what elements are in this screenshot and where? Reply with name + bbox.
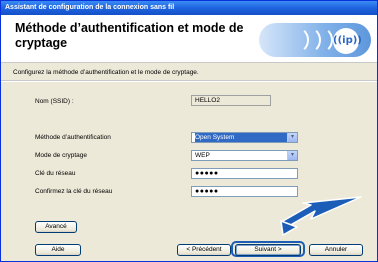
auth-method-select[interactable]: Open System ▾ [191,132,298,143]
page-title: Méthode d’authentification et mode de cr… [15,21,244,50]
window-title: Assistant de configuration de la connexi… [5,4,175,11]
back-button[interactable]: < Précédent [177,244,231,256]
advanced-button[interactable]: Avancé [35,221,77,233]
wizard-header: Méthode d’authentification et mode de cr… [1,15,377,63]
chevron-down-icon[interactable]: ▾ [287,151,297,160]
confirm-key-label: Confirmez la clé du réseau [35,188,113,195]
encryption-mode-select[interactable]: WEP ▾ [191,150,298,161]
instruction-text: Configurez la méthode d’authentification… [13,69,199,76]
auth-method-value: Open System [195,133,289,142]
network-key-label: Clé du réseau [35,170,76,177]
wizard-window: Assistant de configuration de la connexi… [0,0,378,262]
help-button[interactable]: Aide [35,244,81,256]
encryption-mode-value: WEP [195,152,210,159]
wireless-ip-logo: ((ip)) [333,28,362,54]
wave-arc-icon [305,26,333,54]
network-key-input[interactable]: ●●●●● [191,168,298,179]
next-button[interactable]: Suivant > [235,244,301,256]
auth-method-label: Méthode d’authentification [35,134,111,141]
divider [1,80,377,82]
chevron-down-icon[interactable]: ▾ [287,133,297,142]
arrow-pointer-icon [280,196,362,236]
cancel-button[interactable]: Annuler [309,244,363,256]
encryption-mode-label: Mode de cryptage [35,152,88,159]
ssid-label: Nom (SSID) : [35,98,74,105]
wireless-logo-band: ((ip)) [259,23,371,57]
window-titlebar[interactable]: Assistant de configuration de la connexi… [1,1,377,15]
ssid-field: HELLO2 [191,95,271,106]
